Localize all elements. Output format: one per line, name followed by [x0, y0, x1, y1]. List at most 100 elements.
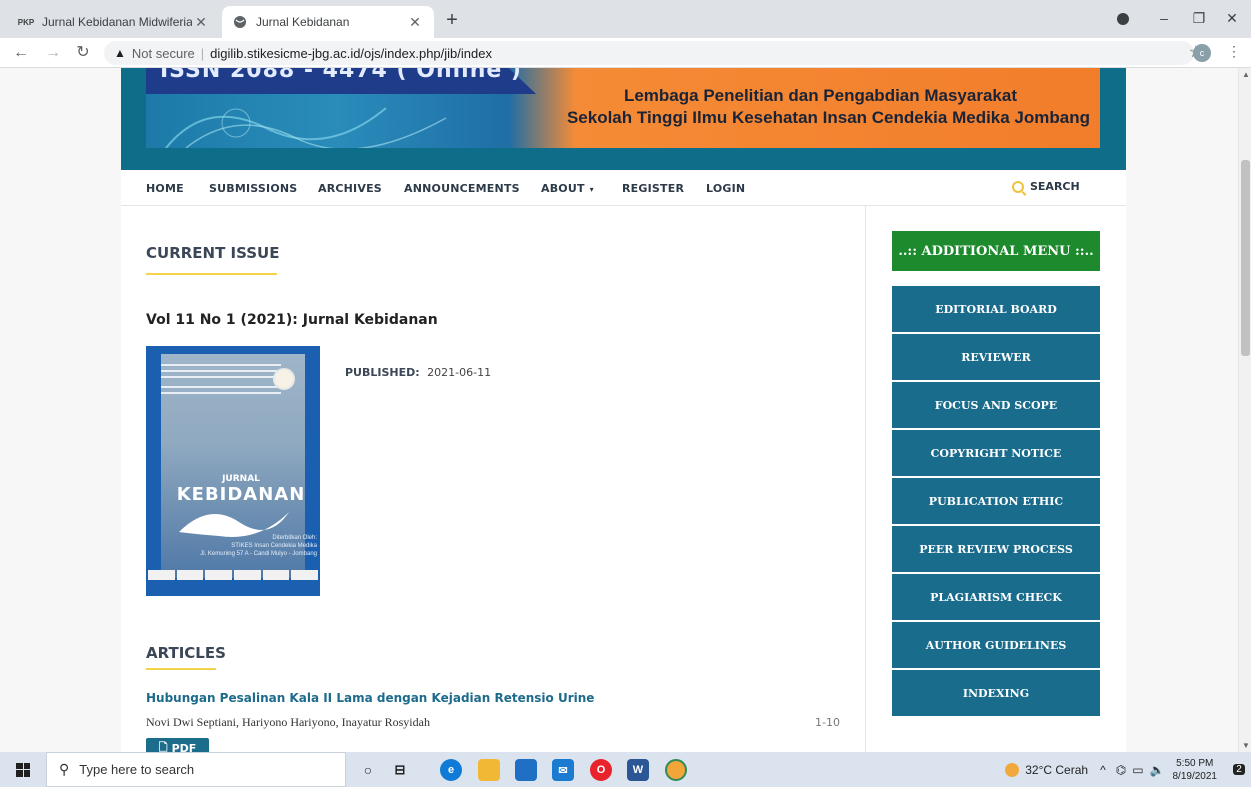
cover-footer-cell — [262, 570, 290, 580]
notification-icon[interactable]: 2 — [1227, 752, 1251, 787]
published-info: PUBLISHED: 2021-06-11 — [345, 366, 491, 379]
cover-footer-cell — [205, 570, 233, 580]
site-container: ISSN 2088 - 4474 ( Online ) Lembaga Pene… — [121, 68, 1126, 752]
browser-tab-bar: PKP Jurnal Kebidanan Midwiferia ✕ Jurnal… — [0, 0, 1251, 38]
page-viewport: ISSN 2088 - 4474 ( Online ) Lembaga Pene… — [0, 68, 1251, 752]
nav-submissions[interactable]: SUBMISSIONS — [209, 182, 297, 195]
close-window-icon[interactable]: ✕ — [1220, 6, 1244, 30]
url-text[interactable]: digilib.stikesicme-jbg.ac.id/ojs/index.p… — [210, 46, 492, 61]
heading-underline — [146, 273, 277, 275]
tray-chevron-up-icon[interactable]: ^ — [1100, 763, 1106, 777]
sidebar-item-indexing[interactable]: INDEXING — [892, 670, 1100, 716]
article-title-link[interactable]: Hubungan Pesalinan Kala II Lama dengan K… — [146, 691, 594, 705]
published-date: 2021-06-11 — [427, 366, 492, 379]
sidebar-item-editorial-board[interactable]: EDITORIAL BOARD — [892, 286, 1100, 332]
nav-about-label: ABOUT — [541, 182, 585, 195]
articles-heading: ARTICLES — [146, 644, 226, 662]
tab-jurnal-kebidanan-midwiferia[interactable]: PKP Jurnal Kebidanan Midwiferia ✕ — [8, 6, 220, 38]
clock[interactable]: 5:50 PM 8/19/2021 — [1173, 757, 1218, 783]
weather-sun-icon[interactable] — [1005, 762, 1020, 777]
current-issue-heading: CURRENT ISSUE — [146, 244, 280, 262]
task-view-icon[interactable]: ⊟ — [389, 759, 411, 781]
close-tab-icon[interactable]: ✕ — [406, 14, 424, 31]
cover-stripe — [161, 392, 281, 394]
nav-register[interactable]: REGISTER — [622, 182, 684, 195]
scroll-up-icon[interactable]: ▲ — [1242, 70, 1250, 79]
close-tab-icon[interactable]: ✕ — [192, 14, 210, 31]
cover-footer-cell — [234, 570, 261, 580]
profile-avatar[interactable]: c — [1193, 44, 1211, 62]
opera-icon[interactable]: O — [590, 759, 612, 781]
nav-announcements[interactable]: ANNOUNCEMENTS — [404, 182, 520, 195]
nav-login[interactable]: LOGIN — [706, 182, 745, 195]
word-icon[interactable]: W — [627, 759, 649, 781]
nav-search[interactable]: SEARCH — [1012, 180, 1080, 193]
cover-journal-title: JURNAL KEBIDANAN — [161, 474, 320, 505]
heading-underline — [146, 668, 216, 670]
mail-icon[interactable]: ✉ — [552, 759, 574, 781]
scroll-down-icon[interactable]: ▼ — [1242, 741, 1250, 750]
windows-logo-icon — [16, 762, 30, 777]
cortana-icon[interactable]: ○ — [357, 759, 379, 781]
main-content: CURRENT ISSUE Vol 11 No 1 (2021): Jurnal… — [121, 206, 866, 752]
forward-arrow-icon[interactable]: → — [42, 42, 64, 64]
scrollbar-thumb[interactable] — [1241, 160, 1250, 356]
cover-publisher-line: STIKES Insan Cendekia Medika — [231, 543, 317, 549]
security-status[interactable]: Not secure — [132, 46, 195, 61]
chrome-icon[interactable] — [665, 759, 687, 781]
network-icon[interactable]: ⌬ — [1116, 763, 1126, 777]
cover-stripe — [161, 370, 281, 372]
nav-about[interactable]: ABOUT ▾ — [541, 182, 594, 195]
cover-stripe — [161, 386, 281, 388]
cover-publisher: Diterbitkan Oleh: STIKES Insan Cendekia … — [161, 534, 317, 558]
nav-home[interactable]: HOME — [146, 182, 184, 195]
sidebar-item-peer-review-process[interactable]: PEER REVIEW PROCESS — [892, 526, 1100, 572]
reload-icon[interactable]: ↻ — [72, 42, 94, 64]
sidebar-item-author-guidelines[interactable]: AUTHOR GUIDELINES — [892, 622, 1100, 668]
browser-menu-icon[interactable]: ⋮ — [1227, 43, 1241, 60]
published-label: PUBLISHED: — [345, 366, 420, 379]
warning-triangle-icon[interactable]: ▲ — [114, 46, 126, 60]
file-pdf-icon: 🗋 — [158, 740, 168, 753]
header-banner[interactable]: ISSN 2088 - 4474 ( Online ) Lembaga Pene… — [146, 68, 1100, 148]
store-icon[interactable] — [515, 759, 537, 781]
site-header: ISSN 2088 - 4474 ( Online ) Lembaga Pene… — [121, 68, 1126, 170]
new-tab-button[interactable]: + — [440, 9, 464, 33]
issue-title[interactable]: Vol 11 No 1 (2021): Jurnal Kebidanan — [146, 312, 438, 328]
minimize-icon[interactable]: – — [1152, 6, 1176, 30]
sidebar-item-copyright-notice[interactable]: COPYRIGHT NOTICE — [892, 430, 1100, 476]
sidebar-item-focus-and-scope[interactable]: FOCUS AND SCOPE — [892, 382, 1100, 428]
browser-toolbar: ← → ↻ ▲ Not secure | digilib.stikesicme-… — [0, 38, 1251, 68]
edge-icon[interactable]: e — [440, 759, 462, 781]
additional-menu-title: ..:: ADDITIONAL MENU ::.. — [892, 231, 1100, 271]
cover-publisher-line: Diterbitkan Oleh: — [272, 535, 317, 541]
tab-jurnal-kebidanan[interactable]: Jurnal Kebidanan ✕ — [222, 6, 434, 38]
weather-text[interactable]: 32°C Cerah — [1025, 763, 1088, 777]
nav-archives[interactable]: ARCHIVES — [318, 182, 382, 195]
address-bar[interactable]: ▲ Not secure | digilib.stikesicme-jbg.ac… — [104, 41, 1194, 65]
sidebar-item-reviewer[interactable]: REVIEWER — [892, 334, 1100, 380]
clock-date: 8/19/2021 — [1172, 770, 1218, 782]
taskbar-search[interactable]: ⚲ Type here to search — [46, 752, 346, 787]
sidebar-item-publication-ethic[interactable]: PUBLICATION ETHIC — [892, 478, 1100, 524]
cover-stripe — [161, 376, 281, 378]
issn-text: ISSN 2088 - 4474 ( Online ) — [160, 68, 522, 83]
tab-title: Jurnal Kebidanan Midwiferia — [42, 15, 192, 29]
start-button[interactable] — [0, 752, 46, 787]
back-arrow-icon[interactable]: ← — [10, 42, 32, 64]
pdf-download-button[interactable]: 🗋 PDF — [146, 738, 209, 752]
extension-icon[interactable] — [1117, 13, 1129, 25]
issue-cover-image[interactable]: JURNAL KEBIDANAN Diterbitkan Oleh: STIKE… — [146, 346, 320, 596]
file-explorer-icon[interactable] — [478, 759, 500, 781]
display-icon[interactable]: ▭ — [1132, 763, 1143, 777]
windows-taskbar: ⚲ Type here to search ○ ⊟ e ✉ O W 32°C C… — [0, 752, 1251, 787]
notification-count: 2 — [1233, 764, 1245, 775]
volume-icon[interactable]: 🔈 — [1150, 763, 1165, 777]
restore-icon[interactable]: ❐ — [1187, 6, 1211, 30]
banner-line-2: Sekolah Tinggi Ilmu Kesehatan Insan Cend… — [566, 108, 1090, 127]
url-separator: | — [200, 45, 205, 61]
search-icon: ⚲ — [59, 761, 70, 777]
page-scrollbar[interactable]: ▲ ▼ — [1238, 68, 1251, 752]
sidebar-item-plagiarism-check[interactable]: PLAGIARISM CHECK — [892, 574, 1100, 620]
chevron-down-icon: ▾ — [586, 185, 594, 194]
